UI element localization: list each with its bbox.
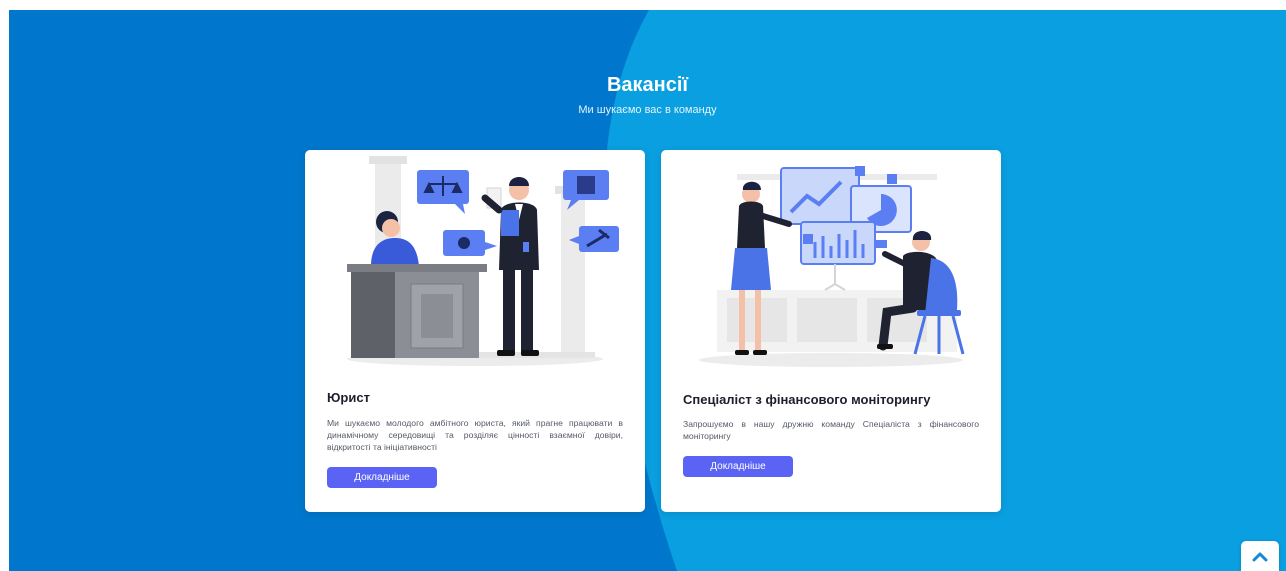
vacancy-title: Спеціаліст з фінансового моніторингу xyxy=(683,392,931,407)
vacancies-section: Вакансії Ми шукаємо вас в команду Юрист … xyxy=(9,10,1286,571)
vacancy-card-lawyer: Юрист Ми шукаємо молодого амбітного юрис… xyxy=(305,150,645,512)
section-subtitle: Ми шукаємо вас в команду xyxy=(578,104,717,116)
lawyer-illustration-icon xyxy=(347,156,619,366)
page: Вакансії Ми шукаємо вас в команду Юрист … xyxy=(0,0,1286,571)
financial-analysis-illustration-icon xyxy=(699,166,965,367)
details-button-lawyer[interactable]: Докладніше xyxy=(327,467,437,488)
details-button-financial-monitoring[interactable]: Докладніше xyxy=(683,456,793,477)
vacancy-title: Юрист xyxy=(327,390,370,405)
section-title: Вакансії xyxy=(606,74,689,96)
chevron-up-icon xyxy=(1252,552,1268,562)
scroll-to-top-button[interactable] xyxy=(1241,541,1279,571)
vacancy-description: Запрошуємо в нашу дружню команду Спеціал… xyxy=(683,419,979,441)
vacancy-card-financial-monitoring: Спеціаліст з фінансового моніторингу Зап… xyxy=(661,150,1001,512)
vacancy-description: Ми шукаємо молодого амбітного юриста, як… xyxy=(327,418,623,452)
